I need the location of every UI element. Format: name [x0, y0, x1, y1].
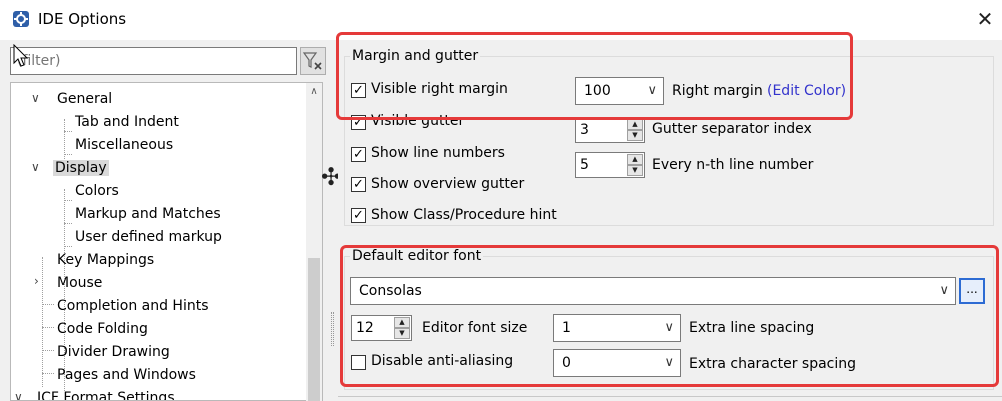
options-tree: ∨ General Tab and Indent Miscellaneous ∨… [10, 82, 323, 401]
spin-buttons[interactable]: ▲ ▼ [627, 154, 643, 176]
tree-connector [42, 350, 54, 351]
show-line-numbers-checkbox[interactable]: ✓ [351, 147, 366, 162]
every-nth-label: Every n-th line number [652, 157, 814, 173]
tree-connector [42, 327, 54, 328]
gutter-separator-label: Gutter separator index [652, 121, 812, 137]
tree-item-label: Tab and Indent [75, 114, 179, 130]
checkbox-label: Show line numbers [371, 145, 505, 161]
tree-item-completion-and-hints[interactable]: Completion and Hints [55, 295, 211, 317]
tree-item-key-mappings[interactable]: Key Mappings [55, 249, 156, 271]
tree-item-divider-drawing[interactable]: Divider Drawing [55, 341, 172, 363]
scroll-up-icon[interactable]: ∧ [306, 86, 322, 102]
tree-item-label: Display [53, 160, 109, 176]
tree-item-code-folding[interactable]: Code Folding [55, 318, 150, 340]
splitter-grip[interactable] [331, 312, 334, 346]
checkbox-label: Show Class/Procedure hint [371, 207, 557, 223]
tree-connector [64, 223, 72, 224]
window-title: IDE Options [38, 10, 127, 28]
tree-item-label: Markup and Matches [75, 206, 221, 222]
tree-item-label: Divider Drawing [57, 344, 170, 360]
chevron-down-icon[interactable]: ∨ [31, 160, 40, 174]
spin-up-icon[interactable]: ▲ [627, 154, 643, 165]
tree-item-label: Code Folding [57, 321, 148, 337]
highlight-box [340, 245, 999, 387]
tree-connector [64, 200, 72, 201]
tree-item-display[interactable]: Display [53, 157, 109, 179]
show-class-hint-checkbox[interactable]: ✓ [351, 208, 366, 223]
every-nth-spin[interactable]: 5 ▲ ▼ [575, 152, 645, 178]
tree-item-miscellaneous[interactable]: Miscellaneous [73, 134, 175, 156]
tree-item-label: General [57, 91, 113, 107]
tree-item-label: Pages and Windows [57, 367, 196, 383]
gutter-separator-spin[interactable]: 3 ▲ ▼ [575, 117, 645, 143]
bottom-strip [338, 396, 1002, 401]
app-icon [13, 11, 29, 27]
filter-input[interactable] [10, 47, 297, 75]
tree-item-label: Colors [75, 183, 119, 199]
filter-clear-button[interactable] [300, 47, 326, 75]
tree-item-label: Completion and Hints [57, 298, 209, 314]
tree-item-mouse[interactable]: Mouse [55, 272, 104, 294]
spin-buttons[interactable]: ▲ ▼ [627, 119, 643, 141]
tree-connector [64, 154, 72, 155]
tree-item-label: Miscellaneous [75, 137, 174, 153]
spin-value: 3 [580, 122, 589, 138]
show-overview-gutter-checkbox[interactable]: ✓ [351, 177, 366, 192]
close-button[interactable]: ✕ [972, 6, 998, 32]
tree-connector [64, 131, 72, 132]
chevron-down-icon[interactable]: ∨ [14, 390, 23, 400]
tree-item-markup-and-matches[interactable]: Markup and Matches [73, 203, 223, 225]
tree-item-pages-and-windows[interactable]: Pages and Windows [55, 364, 198, 386]
tree-item-jcf-format-settings[interactable]: JCF Format Settings [35, 387, 177, 401]
spin-down-icon[interactable]: ▼ [627, 165, 643, 176]
tree-item-label: Mouse [57, 275, 103, 291]
filter-clear-icon [302, 52, 322, 70]
spin-up-icon[interactable]: ▲ [627, 119, 643, 130]
tree-connector [42, 373, 54, 374]
chevron-right-icon[interactable]: › [34, 274, 39, 288]
tree-item-user-defined-markup[interactable]: User defined markup [73, 226, 224, 248]
tree-item-colors[interactable]: Colors [73, 180, 121, 202]
checkbox-label: Show overview gutter [371, 176, 525, 192]
mouse-pointer-icon [13, 44, 29, 67]
tree-item-tab-and-indent[interactable]: Tab and Indent [73, 111, 181, 133]
tree-item-label: User defined markup [75, 229, 222, 245]
spin-down-icon[interactable]: ▼ [627, 130, 643, 141]
chevron-down-icon[interactable]: ∨ [31, 91, 40, 105]
tree-item-general[interactable]: General [55, 88, 114, 110]
tree-connector [64, 246, 72, 247]
spin-value: 5 [580, 157, 589, 173]
tree-item-label: Key Mappings [57, 252, 155, 268]
scrollbar-thumb[interactable] [308, 258, 320, 401]
tree-connector [42, 257, 43, 387]
tree-item-label: JCF Format Settings [37, 390, 175, 401]
highlight-box [336, 32, 853, 120]
tree-connector [42, 304, 54, 305]
